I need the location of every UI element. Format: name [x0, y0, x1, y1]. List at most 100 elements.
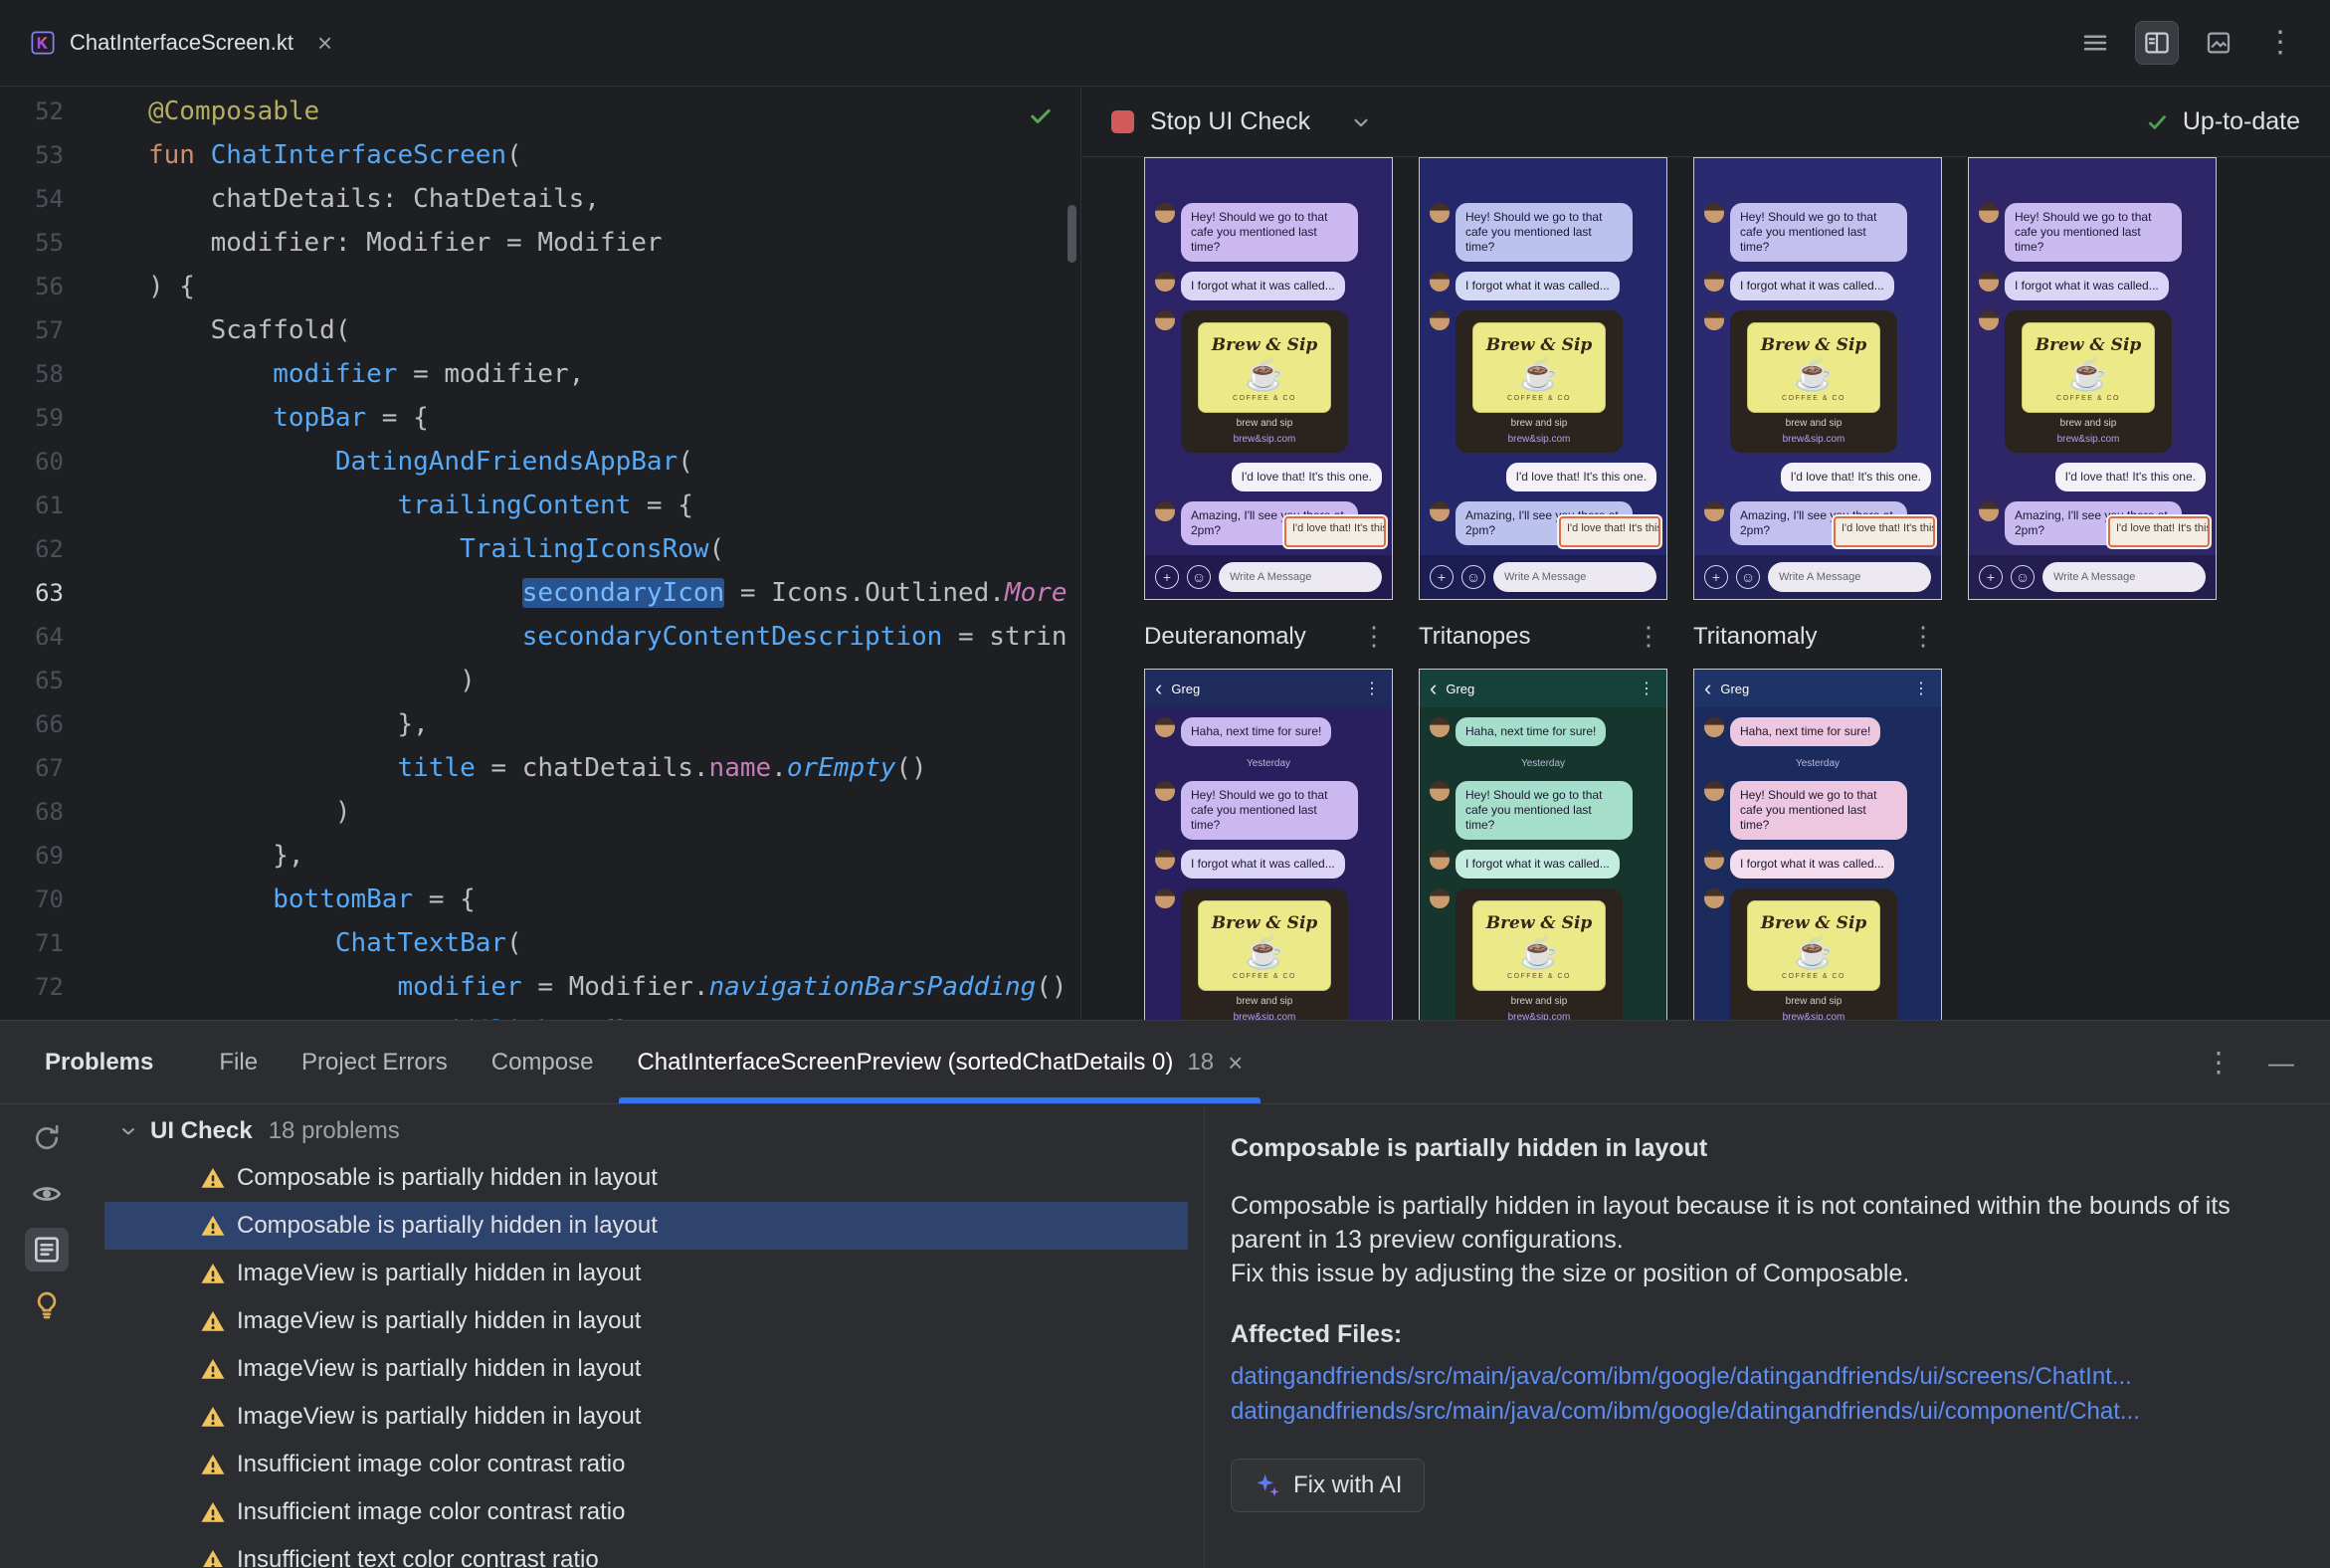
- back-icon[interactable]: ‹: [1155, 678, 1162, 699]
- emoji-icon[interactable]: ☺: [1736, 565, 1760, 589]
- more-options-icon[interactable]: ⋮: [1637, 679, 1656, 698]
- back-icon[interactable]: ‹: [1704, 678, 1711, 699]
- code-line[interactable]: 73 onAddClick = {}: [0, 1009, 1080, 1020]
- problems-report-icon[interactable]: [24, 1228, 69, 1272]
- close-icon[interactable]: ×: [317, 30, 332, 56]
- attach-icon[interactable]: +: [1704, 565, 1728, 589]
- problem-item[interactable]: Insufficient image color contrast ratio: [104, 1488, 1188, 1536]
- problem-item[interactable]: ImageView is partially hidden in layout: [104, 1250, 1188, 1297]
- code-line[interactable]: 65 ): [0, 659, 1080, 702]
- editor-scrollbar[interactable]: [1068, 205, 1076, 263]
- code-line[interactable]: 53 fun ChatInterfaceScreen(: [0, 133, 1080, 177]
- attach-icon[interactable]: +: [1979, 565, 2003, 589]
- code-line[interactable]: 67 title = chatDetails.name.orEmpty(): [0, 746, 1080, 790]
- code-line[interactable]: 57 Scaffold(: [0, 308, 1080, 352]
- code-text: chatDetails: ChatDetails,: [148, 184, 600, 214]
- inspections-ok-icon[interactable]: [1027, 101, 1055, 134]
- brand-subtitle: COFFEE & CO: [1782, 395, 1845, 402]
- preview-card[interactable]: ‹ Greg ⋮ Haha, next time for sure! Yesterday…: [1144, 669, 1393, 1020]
- more-options-icon[interactable]: ⋮: [2258, 21, 2302, 65]
- code-line[interactable]: 56) {: [0, 265, 1080, 308]
- brand-url: brew&sip.com: [1507, 1011, 1571, 1020]
- affected-file-link[interactable]: datingandfriends/src/main/java/com/ibm/g…: [1231, 1394, 2140, 1429]
- code-line[interactable]: 60 DatingAndFriendsAppBar(: [0, 440, 1080, 484]
- code-line[interactable]: 68 ): [0, 790, 1080, 834]
- attach-icon[interactable]: +: [1155, 565, 1179, 589]
- code-line[interactable]: 70 bottomBar = {: [0, 878, 1080, 921]
- problem-item[interactable]: ImageView is partially hidden in layout: [104, 1345, 1188, 1393]
- brand-subtitle: COFFEE & CO: [1507, 972, 1571, 980]
- more-options-icon[interactable]: ⋮: [1630, 621, 1667, 652]
- fix-with-ai-button[interactable]: Fix with AI: [1231, 1459, 1426, 1512]
- emoji-icon[interactable]: ☺: [2011, 565, 2035, 589]
- code-line[interactable]: 62 TrailingIconsRow(: [0, 527, 1080, 571]
- problem-item[interactable]: Insufficient text color contrast ratio: [104, 1536, 1188, 1567]
- code-text: modifier = Modifier.navigationBarsPaddin…: [397, 972, 1068, 1002]
- code-line[interactable]: 66 },: [0, 702, 1080, 746]
- line-number: 69: [35, 842, 64, 870]
- message-input[interactable]: Write A Message: [1493, 562, 1656, 592]
- code-area[interactable]: 52 @Composable 53 fun ChatInterfaceScreen(5…: [0, 88, 1080, 1020]
- code-text: DatingAndFriendsAppBar(: [334, 447, 693, 477]
- bottom-tab[interactable]: Compose: [470, 1021, 616, 1103]
- code-line[interactable]: 71 ChatTextBar(: [0, 921, 1080, 965]
- chat-input-bar: + ☺ Write A Message: [1420, 555, 1666, 599]
- code-editor[interactable]: 52 @Composable 53 fun ChatInterfaceScreen(5…: [0, 88, 1081, 1020]
- problem-item[interactable]: ImageView is partially hidden in layout: [104, 1297, 1188, 1345]
- code-line[interactable]: 61 trailingContent = {: [0, 484, 1080, 527]
- inspection-bulb-icon[interactable]: [25, 1283, 69, 1327]
- problem-item[interactable]: Composable is partially hidden in layout: [104, 1154, 1188, 1202]
- minimize-icon[interactable]: —: [2268, 1050, 2294, 1076]
- attach-icon[interactable]: +: [1430, 565, 1454, 589]
- problem-item[interactable]: Composable is partially hidden in layout: [104, 1202, 1188, 1250]
- more-options-icon[interactable]: ⋮: [1362, 679, 1382, 698]
- emoji-icon[interactable]: ☺: [1461, 565, 1485, 589]
- more-options-icon[interactable]: ⋮: [2205, 1048, 2233, 1077]
- code-line[interactable]: 52 @Composable: [0, 90, 1080, 133]
- message-input[interactable]: Write A Message: [1768, 562, 1931, 592]
- code-line[interactable]: 72 modifier = Modifier.navigationBarsPad…: [0, 965, 1080, 1009]
- code-line[interactable]: 64 secondaryContentDescription = strin: [0, 615, 1080, 659]
- problems-group-header[interactable]: UI Check 18 problems: [93, 1108, 1204, 1154]
- problem-item[interactable]: Insufficient image color contrast ratio: [104, 1441, 1188, 1488]
- preview-card[interactable]: ‹ Greg ⋮ Haha, next time for sure! Yesterday…: [1693, 669, 1942, 1020]
- back-icon[interactable]: ‹: [1430, 678, 1437, 699]
- code-line[interactable]: 69 },: [0, 834, 1080, 878]
- problem-item[interactable]: ImageView is partially hidden in layout: [104, 1393, 1188, 1441]
- emoji-icon[interactable]: ☺: [1187, 565, 1211, 589]
- code-line[interactable]: 54 chatDetails: ChatDetails,: [0, 177, 1080, 221]
- preview-image-icon[interactable]: [2197, 21, 2240, 65]
- problem-details: Composable is partially hidden in layout…: [1204, 1104, 2330, 1567]
- tool-window-title[interactable]: Problems: [45, 1049, 153, 1077]
- bottom-tab-active[interactable]: ChatInterfaceScreenPreview (sortedChatDe…: [615, 1021, 1264, 1103]
- code-line[interactable]: 58 modifier = modifier,: [0, 352, 1080, 396]
- close-icon[interactable]: ×: [1228, 1050, 1243, 1076]
- code-line[interactable]: 63 secondaryIcon = Icons.Outlined.More: [0, 571, 1080, 615]
- code-line[interactable]: 59 topBar = {: [0, 396, 1080, 440]
- affected-file-link[interactable]: datingandfriends/src/main/java/com/ibm/g…: [1231, 1359, 2132, 1394]
- editor-list-icon[interactable]: [2073, 21, 2117, 65]
- problem-text: ImageView is partially hidden in layout: [237, 1403, 642, 1430]
- day-separator: Yesterday: [1795, 758, 1841, 769]
- editor-tab[interactable]: ChatInterfaceScreen.kt ×: [0, 0, 354, 86]
- more-options-icon[interactable]: ⋮: [1904, 621, 1942, 652]
- bottom-tab[interactable]: File: [197, 1021, 280, 1103]
- more-options-icon[interactable]: ⋮: [1355, 621, 1393, 652]
- preview-row-1: Hey! Should we go to that cafe you menti…: [1144, 157, 2217, 600]
- avatar: [1979, 501, 1999, 521]
- more-options-icon[interactable]: ⋮: [1911, 679, 1931, 698]
- preview-card[interactable]: ‹ Greg ⋮ Haha, next time for sure! Yesterday…: [1419, 669, 1667, 1020]
- bottom-tab[interactable]: Project Errors: [280, 1021, 470, 1103]
- preview-card[interactable]: Hey! Should we go to that cafe you menti…: [1693, 157, 1942, 600]
- split-editor-icon[interactable]: [2135, 21, 2179, 65]
- preview-card[interactable]: Hey! Should we go to that cafe you menti…: [1419, 157, 1667, 600]
- code-line[interactable]: 55 modifier: Modifier = Modifier: [0, 221, 1080, 265]
- preview-eye-icon[interactable]: [25, 1172, 69, 1216]
- preview-card[interactable]: Hey! Should we go to that cafe you menti…: [1968, 157, 2217, 600]
- preview-card[interactable]: Hey! Should we go to that cafe you menti…: [1144, 157, 1393, 600]
- refresh-icon[interactable]: [25, 1116, 69, 1160]
- stop-ui-check-button[interactable]: Stop UI Check: [1150, 107, 1310, 136]
- message-input[interactable]: Write A Message: [1219, 562, 1382, 592]
- message-input[interactable]: Write A Message: [2042, 562, 2206, 592]
- chevron-down-icon[interactable]: [1348, 109, 1374, 135]
